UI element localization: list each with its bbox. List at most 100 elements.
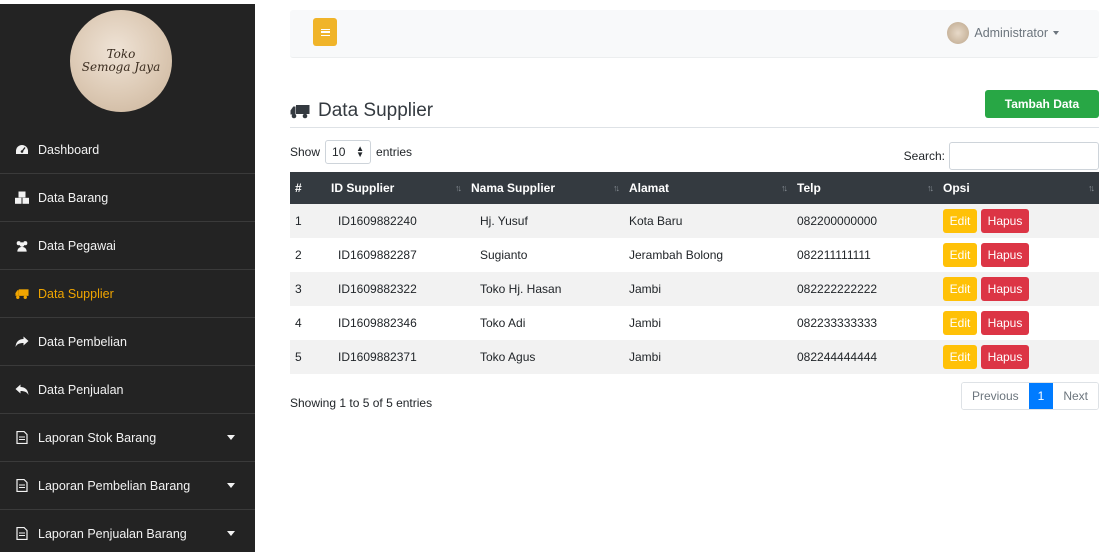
cell-no: 5 bbox=[295, 350, 302, 364]
file-icon bbox=[15, 431, 29, 445]
delete-button[interactable]: Hapus bbox=[981, 345, 1029, 369]
page-title: Data Supplier bbox=[290, 100, 433, 122]
tachometer-icon bbox=[15, 143, 29, 157]
cell-nama-supplier: Toko Adi bbox=[480, 316, 526, 330]
users-icon bbox=[15, 239, 29, 253]
sidebar-item-data-pegawai[interactable]: Data Pegawai bbox=[0, 222, 255, 270]
show-label: Show bbox=[290, 145, 321, 159]
pagination: Previous 1 Next bbox=[960, 382, 1099, 410]
sidebar-item-data-pembelian[interactable]: Data Pembelian bbox=[0, 318, 255, 366]
cell-alamat: Jambi bbox=[629, 316, 662, 330]
cell-telp: 082200000000 bbox=[797, 214, 878, 228]
cell-telp: 082222222222 bbox=[797, 282, 878, 296]
cell-no: 1 bbox=[295, 214, 302, 228]
sort-icon: ↑↓ bbox=[613, 183, 620, 193]
sort-icon: ↑↓ bbox=[927, 183, 934, 193]
reply-arrow-icon bbox=[15, 383, 29, 397]
brand-logo[interactable]: Toko Semoga Jaya bbox=[70, 10, 172, 112]
cell-telp: 082211111111 bbox=[797, 248, 871, 262]
edit-button[interactable]: Edit bbox=[943, 209, 977, 233]
column-header-id-supplier[interactable]: ID Supplier ↑↓ bbox=[326, 172, 466, 204]
file-icon bbox=[15, 479, 29, 493]
column-header-no[interactable]: # bbox=[290, 172, 326, 204]
sidebar-toggle-button[interactable] bbox=[313, 18, 337, 46]
sidebar-nav: Dashboard Data Barang Data Pegawai Data … bbox=[0, 126, 255, 552]
sidebar-item-label: Laporan Penjualan Barang bbox=[38, 526, 187, 541]
sidebar-item-laporan-penjualan-barang[interactable]: Laporan Penjualan Barang bbox=[0, 510, 255, 552]
edit-button[interactable]: Edit bbox=[943, 277, 977, 301]
cell-opsi: Edit Hapus bbox=[938, 306, 1099, 340]
sidebar: Toko Semoga Jaya Dashboard Data Barang D… bbox=[0, 0, 255, 552]
cell-id-supplier: ID1609882371 bbox=[338, 350, 417, 364]
sidebar-item-dashboard[interactable]: Dashboard bbox=[0, 126, 255, 174]
search-input[interactable] bbox=[949, 142, 1099, 170]
cell-no: 2 bbox=[295, 248, 302, 262]
column-header-telp[interactable]: Telp ↑↓ bbox=[792, 172, 938, 204]
sidebar-item-label: Data Barang bbox=[38, 190, 109, 205]
column-header-alamat[interactable]: Alamat ↑↓ bbox=[624, 172, 792, 204]
table-row: 1 ID1609882240 Hj. Yusuf Kota Baru 08220… bbox=[290, 204, 1099, 238]
sidebar-item-data-barang[interactable]: Data Barang bbox=[0, 174, 255, 222]
search-label: Search: bbox=[903, 149, 945, 163]
main-content: Data Supplier Tambah Data Show 10 ▲ ▼ ent… bbox=[290, 88, 1099, 414]
table-row: 4 ID1609882346 Toko Adi Jambi 0822333333… bbox=[290, 306, 1099, 340]
chevron-down-icon bbox=[227, 483, 235, 488]
edit-button[interactable]: Edit bbox=[943, 311, 977, 335]
entries-length-value: 10 bbox=[332, 145, 346, 159]
table-info: Showing 1 to 5 of 5 entries bbox=[290, 396, 433, 410]
delete-button[interactable]: Hapus bbox=[981, 209, 1029, 233]
sort-icon: ↑↓ bbox=[455, 183, 462, 193]
delete-button[interactable]: Hapus bbox=[981, 277, 1029, 301]
sidebar-item-label: Laporan Stok Barang bbox=[38, 430, 157, 445]
page-header: Data Supplier Tambah Data bbox=[290, 88, 1099, 128]
truck-icon bbox=[290, 104, 310, 119]
cubes-icon bbox=[15, 191, 29, 205]
cell-alamat: Jambi bbox=[629, 350, 662, 364]
cell-alamat: Jambi bbox=[629, 282, 662, 296]
cell-opsi: Edit Hapus bbox=[938, 340, 1099, 374]
table-row: 3 ID1609882322 Toko Hj. Hasan Jambi 0822… bbox=[290, 272, 1099, 306]
avatar bbox=[947, 22, 970, 44]
share-arrow-icon bbox=[15, 335, 29, 349]
delete-button[interactable]: Hapus bbox=[981, 243, 1029, 267]
pagination-page-current[interactable]: 1 bbox=[1028, 383, 1054, 409]
entries-length-select[interactable]: 10 ▲ ▼ bbox=[325, 140, 372, 164]
pagination-previous[interactable]: Previous bbox=[961, 383, 1029, 409]
entries-length-control: Show 10 ▲ ▼ entries bbox=[290, 140, 412, 164]
sidebar-item-label: Data Penjualan bbox=[38, 382, 124, 397]
cell-no: 4 bbox=[295, 316, 302, 330]
brand-area: Toko Semoga Jaya bbox=[0, 0, 255, 126]
sidebar-item-data-supplier[interactable]: Data Supplier bbox=[0, 270, 255, 318]
select-arrows-icon: ▲ ▼ bbox=[356, 144, 365, 159]
brand-logo-line2: Semoga Jaya bbox=[81, 60, 161, 74]
column-header-opsi[interactable]: Opsi ↑↓ bbox=[938, 172, 1099, 204]
file-icon bbox=[15, 527, 29, 541]
add-data-button[interactable]: Tambah Data bbox=[985, 90, 1099, 118]
supplier-table: # ID Supplier ↑↓ Nama Supplier ↑↓ Alamat ↑↓… bbox=[290, 172, 1099, 374]
sort-icon: ↑↓ bbox=[1088, 183, 1095, 193]
table-row: 2 ID1609882287 Sugianto Jerambah Bolong … bbox=[290, 238, 1099, 272]
cell-id-supplier: ID1609882240 bbox=[338, 214, 417, 228]
search-control: Search: bbox=[904, 142, 1099, 170]
caret-down-icon bbox=[1053, 31, 1059, 35]
cell-alamat: Kota Baru bbox=[629, 214, 683, 228]
column-header-nama-supplier[interactable]: Nama Supplier ↑↓ bbox=[466, 172, 624, 204]
delete-button[interactable]: Hapus bbox=[981, 311, 1029, 335]
entries-label: entries bbox=[376, 145, 413, 159]
sidebar-item-data-penjualan[interactable]: Data Penjualan bbox=[0, 366, 255, 414]
cell-telp: 082233333333 bbox=[797, 316, 878, 330]
hamburger-icon bbox=[320, 28, 330, 36]
sidebar-item-label: Data Pembelian bbox=[38, 334, 127, 349]
cell-id-supplier: ID1609882346 bbox=[338, 316, 417, 330]
edit-button[interactable]: Edit bbox=[943, 345, 977, 369]
cell-telp: 082244444444 bbox=[797, 350, 878, 364]
sidebar-item-laporan-stok-barang[interactable]: Laporan Stok Barang bbox=[0, 414, 255, 462]
page-title-text: Data Supplier bbox=[318, 100, 434, 121]
cell-opsi: Edit Hapus bbox=[938, 238, 1099, 272]
cell-id-supplier: ID1609882322 bbox=[338, 282, 417, 296]
sidebar-item-laporan-pembelian-barang[interactable]: Laporan Pembelian Barang bbox=[0, 462, 255, 510]
user-menu-dropdown[interactable]: Administrator bbox=[947, 22, 1059, 44]
edit-button[interactable]: Edit bbox=[943, 243, 977, 267]
pagination-next[interactable]: Next bbox=[1053, 383, 1098, 409]
chevron-down-icon bbox=[227, 435, 235, 440]
